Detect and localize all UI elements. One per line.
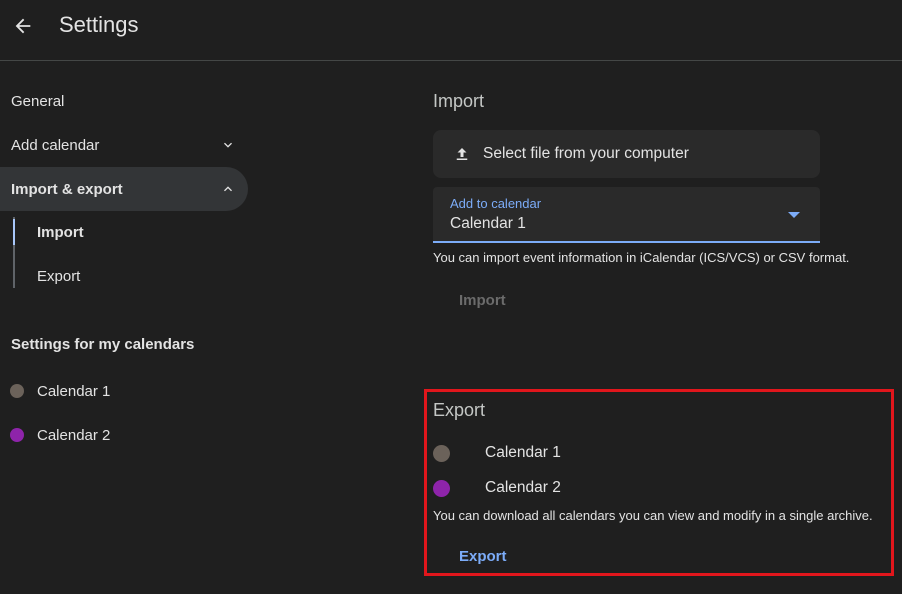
- select-floating-label: Add to calendar: [450, 196, 542, 211]
- back-button[interactable]: [2, 5, 44, 47]
- export-heading: Export: [433, 400, 486, 420]
- section-label-my-calendars: Settings for my calendars: [11, 336, 195, 353]
- calendar-name: Calendar 1: [37, 382, 111, 400]
- arrow-back-icon: [15, 18, 31, 34]
- export-calendar-1: Calendar 1: [433, 441, 561, 465]
- export-button[interactable]: Export: [459, 548, 507, 565]
- sidebar-item-label: General: [11, 92, 65, 110]
- dropdown-arrow-icon: [788, 212, 800, 218]
- add-to-calendar-select[interactable]: Add to calendar Calendar 1: [433, 187, 820, 243]
- chevron-down-icon[interactable]: [220, 137, 236, 153]
- sidebar-subitem-import[interactable]: Import: [37, 221, 84, 245]
- sidebar-item-general[interactable]: General: [0, 79, 248, 123]
- page-title: Settings: [59, 12, 139, 37]
- sidebar-calendar-1[interactable]: Calendar 1: [0, 375, 248, 407]
- calendar-color-dot: [433, 444, 450, 462]
- header: Settings: [0, 0, 902, 61]
- sidebar-item-import-export[interactable]: Import & export: [0, 167, 248, 211]
- upload-icon: [456, 148, 468, 160]
- sidebar-calendar-2[interactable]: Calendar 2: [0, 419, 248, 451]
- sidebar-subitem-export[interactable]: Export: [37, 265, 80, 289]
- chevron-up-icon[interactable]: [220, 181, 236, 197]
- export-calendar-2: Calendar 2: [433, 476, 561, 500]
- import-helper-text: You can import event information in iCal…: [433, 250, 850, 265]
- settings-page: Settings General Add calendar Import & e…: [0, 0, 902, 594]
- calendar-color-dot: [10, 384, 24, 398]
- sidebar-item-add-calendar[interactable]: Add calendar: [0, 123, 248, 167]
- sidebar-item-label: Import & export: [11, 180, 123, 198]
- import-heading: Import: [433, 91, 485, 111]
- calendar-color-dot: [433, 479, 450, 497]
- calendar-name: Calendar 2: [37, 426, 111, 444]
- sidebar-item-label: Add calendar: [11, 136, 100, 154]
- calendar-color-dot: [10, 428, 24, 442]
- select-file-label: Select file from your computer: [483, 145, 689, 162]
- calendar-name: Calendar 2: [485, 479, 561, 496]
- calendar-name: Calendar 1: [485, 444, 561, 461]
- select-value: Calendar 1: [450, 215, 526, 232]
- sub-nav-active-indicator: [13, 219, 15, 245]
- import-button[interactable]: Import: [459, 292, 506, 309]
- export-helper-text: You can download all calendars you can v…: [433, 508, 873, 523]
- select-file-button[interactable]: Select file from your computer: [433, 130, 820, 178]
